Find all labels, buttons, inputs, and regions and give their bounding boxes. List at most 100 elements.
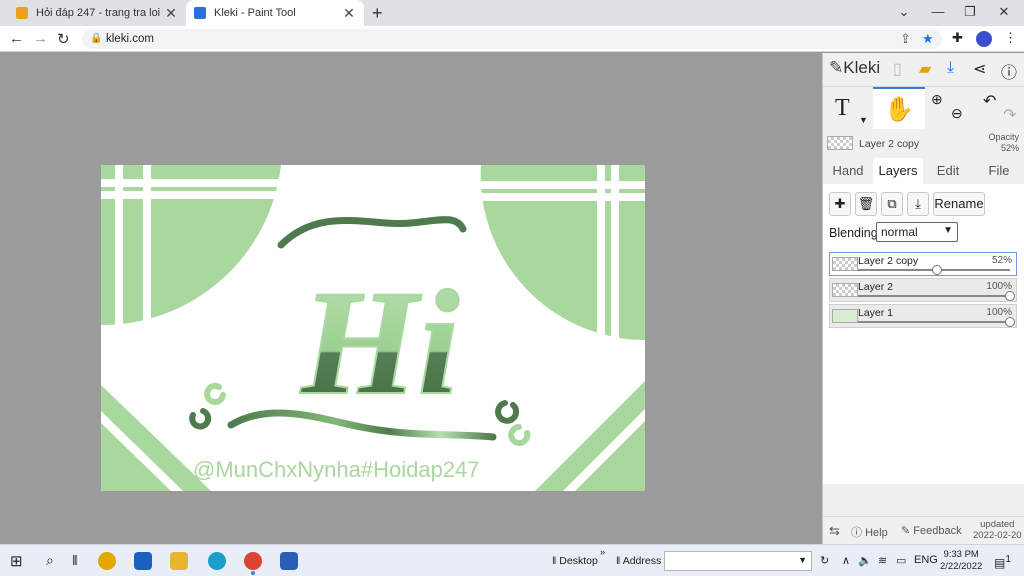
time: 9:33 PM xyxy=(943,549,979,560)
tab-search-icon[interactable]: ⌄ xyxy=(896,4,912,20)
rename-button[interactable]: Rename xyxy=(933,192,985,216)
tab-edit[interactable]: Edit xyxy=(923,158,973,184)
chrome-active-icon[interactable] xyxy=(244,552,262,570)
edge-icon[interactable] xyxy=(208,552,226,570)
layer-name: Layer 1 xyxy=(858,307,894,319)
canvas-workspace[interactable]: Hi @MunChxNynha#Hoidap247 xyxy=(0,53,822,544)
trash-icon: 🗑 xyxy=(857,196,875,211)
layer-row[interactable]: Layer 2 copy 52% xyxy=(829,252,1017,276)
refresh-icon[interactable]: ↻ xyxy=(820,554,829,567)
address-bar[interactable]: 🔒 kleki.com ⇪ ★ xyxy=(82,29,942,49)
kleki-logo-icon: ✎ xyxy=(829,58,844,77)
search-icon[interactable]: ⌕ xyxy=(46,552,64,570)
windows-start-icon[interactable]: ⊞ xyxy=(10,552,28,570)
tray-expand-icon[interactable]: ∧ xyxy=(842,554,850,567)
tab-hand[interactable]: Hand xyxy=(823,158,873,184)
swirl xyxy=(189,408,212,430)
word-icon[interactable] xyxy=(280,552,298,570)
text-tool-icon[interactable]: T xyxy=(835,95,850,122)
stripe xyxy=(143,165,151,345)
layer-row[interactable]: Layer 2 100% xyxy=(829,278,1017,302)
swirl xyxy=(204,382,226,405)
delete-layer-button[interactable]: 🗑 xyxy=(855,192,877,216)
stripe xyxy=(611,165,619,345)
profile-avatar[interactable] xyxy=(976,31,992,47)
clock[interactable]: 9:33 PM 2/22/2022 xyxy=(940,549,982,573)
duplicate-layer-button[interactable]: ⧉ xyxy=(881,192,903,216)
share-icon[interactable]: ⇪ xyxy=(900,31,911,47)
blending-label: Blending xyxy=(829,226,878,240)
tab-kleki[interactable]: Kleki - Paint Tool ✕ xyxy=(186,0,364,26)
close-tab-icon[interactable]: ✕ xyxy=(164,5,178,22)
slider-handle[interactable] xyxy=(1005,317,1015,327)
feedback-label: Feedback xyxy=(913,525,962,537)
address-input[interactable]: ▼ xyxy=(664,551,812,571)
minimize-icon[interactable]: — xyxy=(930,4,946,19)
forward-icon[interactable]: → xyxy=(33,30,48,47)
updated-label: updated xyxy=(980,519,1015,530)
stripe xyxy=(481,181,645,189)
layer-thumbnail xyxy=(832,283,858,297)
new-tab-icon[interactable]: + xyxy=(372,3,383,24)
speaker-icon[interactable]: 🔈 xyxy=(858,554,872,567)
feedback-icon: ✎ xyxy=(901,525,914,537)
merge-layer-button[interactable]: ⤓ xyxy=(907,192,929,216)
file-explorer-icon[interactable] xyxy=(170,552,188,570)
notification-count: 1 xyxy=(1005,554,1011,565)
chrome-icon[interactable] xyxy=(98,552,116,570)
chevron-down-icon[interactable]: ▼ xyxy=(798,555,807,565)
extensions-icon[interactable]: ✚ xyxy=(952,30,963,46)
help-link[interactable]: ⓘ Help xyxy=(851,524,888,540)
share-icon[interactable]: ⋖ xyxy=(973,59,986,79)
help-icon[interactable]: ⓘ xyxy=(1001,59,1017,83)
close-window-icon[interactable]: ✕ xyxy=(996,4,1012,20)
wifi-icon[interactable]: ≋ xyxy=(878,554,887,567)
tab-file[interactable]: File xyxy=(973,158,1024,184)
close-tab-icon[interactable]: ✕ xyxy=(342,5,356,22)
zoom-in-icon[interactable]: ⊕ xyxy=(931,91,943,108)
slider-handle[interactable] xyxy=(932,265,943,275)
new-image-icon[interactable]: ▯ xyxy=(893,59,902,79)
opacity-slider[interactable] xyxy=(858,291,1015,301)
reload-icon[interactable]: ↻ xyxy=(57,30,70,48)
address-label: Address xyxy=(622,555,662,567)
redo-icon[interactable]: ↷ xyxy=(1003,105,1016,125)
browser-toolbar: ← → ↻ 🔒 kleki.com ⇪ ★ ✚ ⋮ xyxy=(0,26,1024,52)
swap-icon[interactable]: ⇆ xyxy=(829,523,840,539)
add-layer-button[interactable]: ✚ xyxy=(829,192,851,216)
back-icon[interactable]: ← xyxy=(9,30,24,47)
corner-shape xyxy=(480,165,645,340)
feedback-link[interactable]: ✎ Feedback xyxy=(901,524,962,537)
toolbar-expand-icon[interactable]: » xyxy=(600,547,605,557)
zoom-out-icon[interactable]: ⊖ xyxy=(951,105,963,122)
blending-select[interactable]: normal ▼ xyxy=(876,222,958,242)
chevron-down-icon[interactable]: ▼ xyxy=(859,115,868,125)
opacity-slider[interactable] xyxy=(858,317,1015,327)
slider-handle[interactable] xyxy=(1005,291,1015,301)
undo-icon[interactable]: ↶ xyxy=(983,91,996,111)
restore-icon[interactable]: ❐ xyxy=(962,4,978,20)
layer-row[interactable]: Layer 1 100% xyxy=(829,304,1017,328)
drawing-canvas[interactable]: Hi @MunChxNynha#Hoidap247 xyxy=(101,165,645,491)
battery-icon[interactable]: ▭ xyxy=(896,554,906,567)
task-view-icon[interactable]: ‖ xyxy=(72,552,90,570)
chevron-down-icon: ▼ xyxy=(943,225,953,236)
opacity-slider[interactable] xyxy=(858,265,1010,275)
kleki-logo[interactable]: ✎Kleki xyxy=(829,58,880,78)
tab-hoidap[interactable]: Hỏi đáp 247 - trang tra loi ✕ xyxy=(8,0,186,26)
notification-icon[interactable]: ▤1 xyxy=(994,554,1011,570)
watermark-text: @MunChxNynha#Hoidap247 xyxy=(193,457,480,482)
desktop-label: Desktop xyxy=(559,555,598,567)
date: 2/22/2022 xyxy=(940,561,983,572)
layer-thumbnail xyxy=(832,309,858,323)
bookmark-star-icon[interactable]: ★ xyxy=(922,31,934,47)
open-folder-icon[interactable]: ▰ xyxy=(919,59,931,79)
store-icon[interactable] xyxy=(134,552,152,570)
hand-tool-icon[interactable]: ✋ xyxy=(873,87,925,129)
desktop-toolbar[interactable]: ‖ Desktop xyxy=(552,555,598,567)
language-indicator[interactable]: ENG xyxy=(914,554,938,566)
corner-shape xyxy=(101,165,281,326)
download-icon[interactable]: ⤓ xyxy=(947,59,954,77)
menu-icon[interactable]: ⋮ xyxy=(1004,30,1017,46)
tab-layers[interactable]: Layers xyxy=(873,158,923,184)
